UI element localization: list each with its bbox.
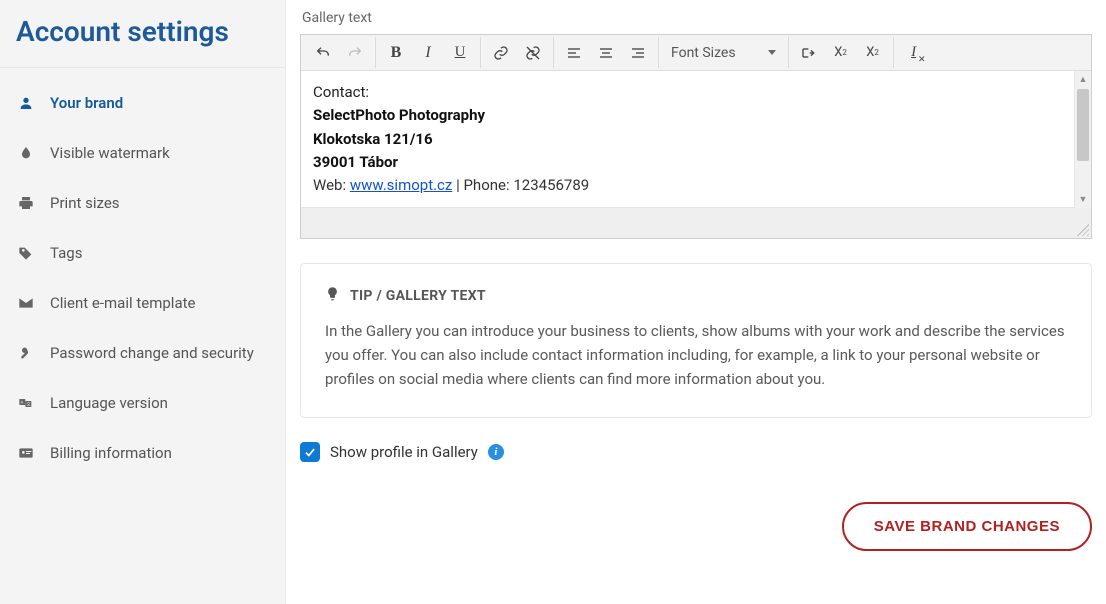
phone-label: | Phone: [452,176,513,194]
sidebar-item-label: Visible watermark [50,144,170,162]
subscript-button[interactable]: X2 [825,38,857,68]
editor-footer [301,208,1091,238]
editor-content[interactable]: Contact: SelectPhoto Photography Klokots… [301,71,1091,208]
tip-box: TIP / GALLERY TEXT In the Gallery you ca… [300,263,1092,418]
svg-text:文: 文 [27,401,31,407]
user-icon [16,95,36,111]
lightbulb-icon [325,286,340,305]
font-sizes-select[interactable]: Font Sizes [663,39,784,67]
show-profile-row: Show profile in Gallery i [300,442,1094,462]
scroll-thumb[interactable] [1077,89,1089,161]
sidebar-item-label: Print sizes [50,194,120,212]
sidebar: Account settings Your brand Visible wate… [0,0,286,604]
key-icon [16,345,36,361]
align-right-button[interactable] [622,38,654,68]
lang-icon: A文 [16,395,36,411]
align-center-button[interactable] [590,38,622,68]
superscript-button[interactable]: X2 [857,38,889,68]
contact-line-3: 39001 Tábor [313,153,398,171]
web-label: Web: [313,176,350,194]
sidebar-item-label: Language version [50,394,168,412]
tags-icon [16,245,36,261]
chevron-down-icon [768,50,776,55]
gallery-text-label: Gallery text [302,10,1094,26]
sidebar-nav: Your brand Visible watermark Print sizes… [0,78,285,478]
redo-button[interactable] [339,38,371,68]
mail-icon [16,295,36,311]
resize-handle[interactable] [1077,224,1089,236]
contact-line-2: Klokotska 121/16 [313,130,433,148]
sidebar-item-visible-watermark[interactable]: Visible watermark [0,128,285,178]
tip-heading-text: TIP / GALLERY TEXT [350,288,486,304]
sidebar-item-label: Billing information [50,444,172,462]
sidebar-item-label: Tags [50,244,82,262]
sidebar-item-password-security[interactable]: Password change and security [0,328,285,378]
sidebar-item-label: Your brand [50,94,123,112]
main-content: Gallery text B I U [286,0,1106,604]
italic-button[interactable]: I [412,38,444,68]
phone-value: 123456789 [513,176,589,194]
save-brand-changes-button[interactable]: SAVE BRAND CHANGES [842,502,1092,551]
link-button[interactable] [485,38,517,68]
sidebar-item-language-version[interactable]: A文 Language version [0,378,285,428]
card-icon [16,445,36,461]
contact-label: Contact: [313,81,1069,104]
sidebar-item-label: Client e-mail template [50,294,195,312]
scroll-down-icon[interactable]: ▼ [1075,191,1091,208]
tip-heading: TIP / GALLERY TEXT [325,286,1067,305]
editor-scrollbar[interactable]: ▲ ▼ [1074,71,1091,208]
sidebar-item-your-brand[interactable]: Your brand [0,78,285,128]
underline-button[interactable]: U [444,38,476,68]
tip-body: In the Gallery you can introduce your bu… [325,319,1067,391]
clear-format-button[interactable]: I✕ [898,38,930,68]
font-sizes-label: Font Sizes [671,45,736,61]
sidebar-item-print-sizes[interactable]: Print sizes [0,178,285,228]
info-icon[interactable]: i [488,444,504,460]
bold-button[interactable]: B [380,38,412,68]
rich-text-editor: B I U [300,34,1092,239]
drop-icon [16,145,36,161]
contact-line-1: SelectPhoto Photography [313,106,485,124]
sidebar-item-tags[interactable]: Tags [0,228,285,278]
outdent-button[interactable] [793,38,825,68]
show-profile-label: Show profile in Gallery [330,443,478,461]
undo-button[interactable] [307,38,339,68]
svg-text:A: A [21,400,24,405]
page-title: Account settings [0,0,285,68]
align-left-button[interactable] [558,38,590,68]
unlink-button[interactable] [517,38,549,68]
print-icon [16,195,36,211]
editor-toolbar: B I U [301,35,1091,71]
sidebar-item-billing-information[interactable]: Billing information [0,428,285,478]
show-profile-checkbox[interactable] [300,442,320,462]
sidebar-item-client-email-template[interactable]: Client e-mail template [0,278,285,328]
sidebar-item-label: Password change and security [50,344,254,362]
web-link[interactable]: www.simopt.cz [350,176,453,194]
scroll-up-icon[interactable]: ▲ [1075,71,1091,88]
